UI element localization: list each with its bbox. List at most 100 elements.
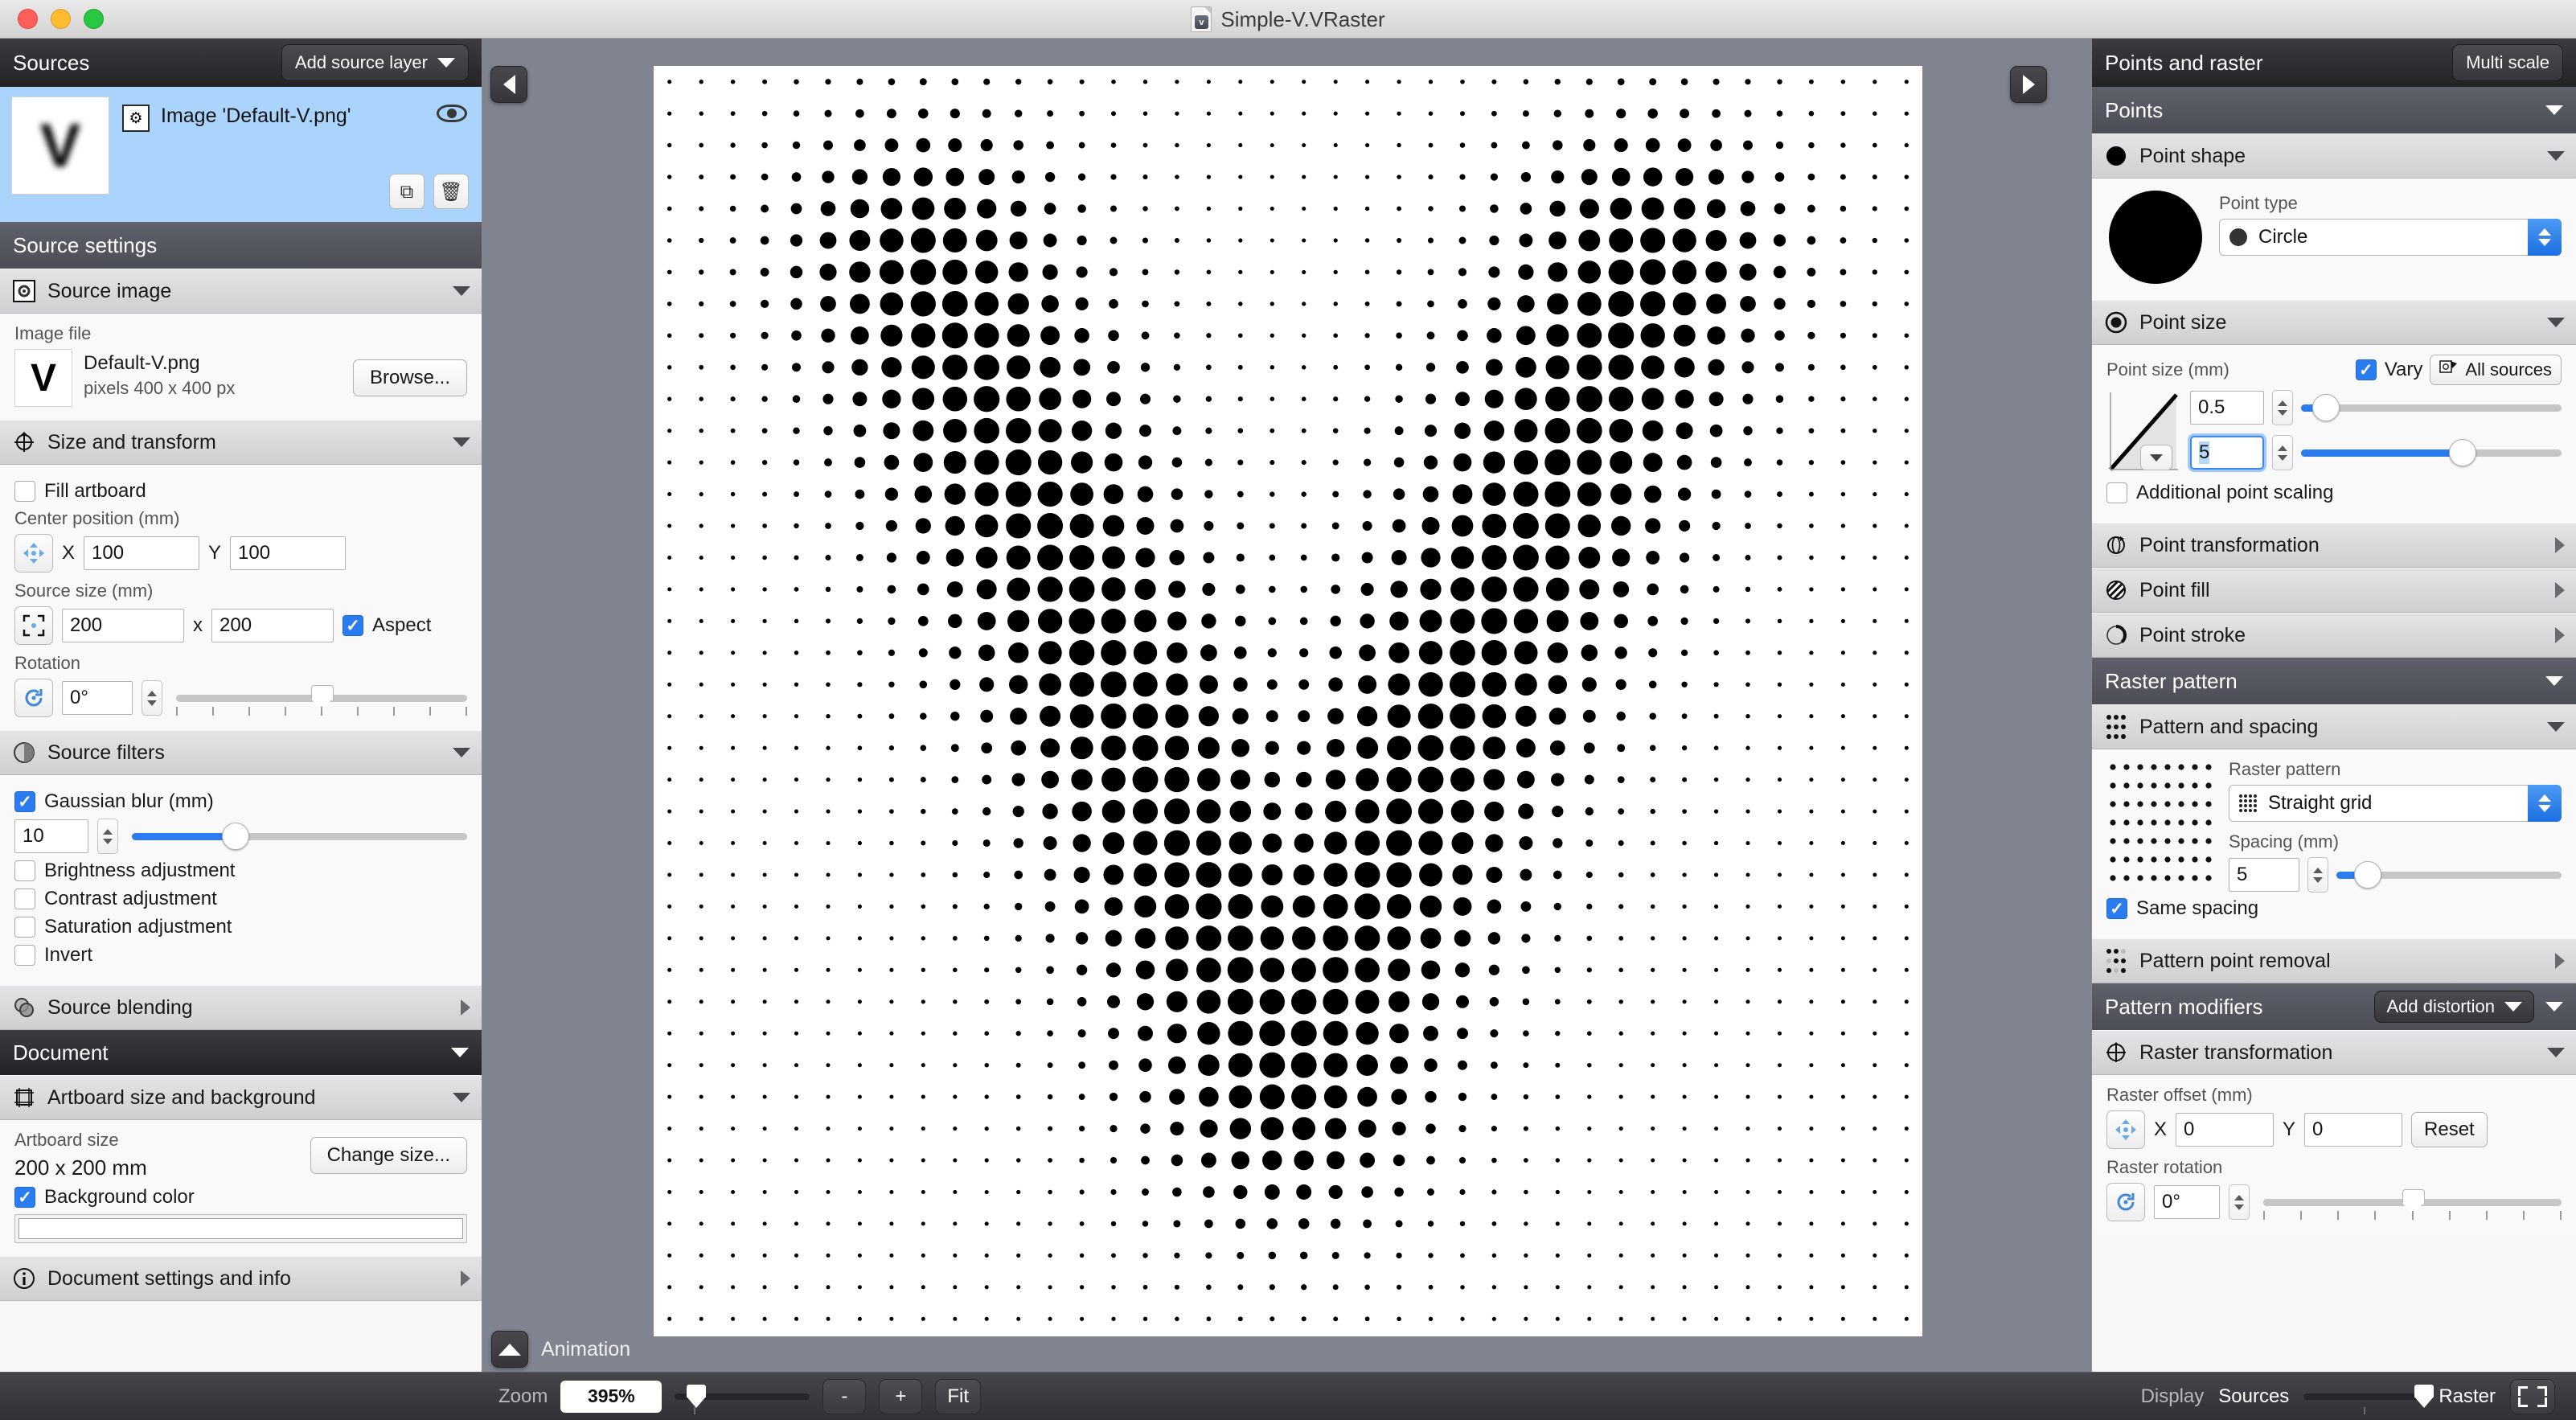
invert-row[interactable]: Invert xyxy=(14,944,467,967)
zoom-slider[interactable] xyxy=(675,1381,810,1414)
source-size-icon[interactable] xyxy=(14,606,53,645)
point-size-curve-dropdown[interactable] xyxy=(2140,445,2172,470)
chevron-right-icon[interactable] xyxy=(2555,627,2565,643)
zoom-in-button[interactable]: + xyxy=(879,1378,923,1414)
chevron-down-icon[interactable] xyxy=(2547,722,2565,732)
collapse-right-panel-button[interactable] xyxy=(2010,66,2047,103)
chevron-right-icon[interactable] xyxy=(461,1270,470,1287)
chevron-down-icon[interactable] xyxy=(2545,676,2563,686)
gaussian-blur-input[interactable]: 10 xyxy=(14,819,88,853)
raster-rotation-stepper[interactable] xyxy=(2229,1184,2250,1220)
point-size-max-input[interactable]: 5 xyxy=(2190,436,2264,470)
chevron-down-icon[interactable] xyxy=(2547,318,2565,327)
point-size-min-slider[interactable] xyxy=(2301,391,2562,425)
delete-source-button[interactable]: 🗑 xyxy=(433,174,469,209)
chevron-right-icon[interactable] xyxy=(2555,537,2565,553)
vary-checkbox[interactable] xyxy=(2355,359,2377,380)
multi-scale-button[interactable]: Multi scale xyxy=(2452,44,2563,81)
section-point-fill[interactable]: Point fill xyxy=(2092,568,2576,613)
section-size-and-transform[interactable]: Size and transform xyxy=(0,420,482,465)
chevron-down-icon[interactable] xyxy=(2547,151,2565,161)
gaussian-blur-slider-knob[interactable] xyxy=(222,823,250,850)
section-point-size[interactable]: Point size xyxy=(2092,300,2576,345)
chevron-down-icon[interactable] xyxy=(453,286,470,296)
contrast-row[interactable]: Contrast adjustment xyxy=(14,888,467,910)
fit-button[interactable]: Fit xyxy=(935,1378,982,1414)
all-sources-button[interactable]: All sources xyxy=(2430,355,2562,385)
spacing-input[interactable]: 5 xyxy=(2229,858,2299,892)
display-blend-slider[interactable] xyxy=(2303,1381,2434,1414)
spacing-stepper[interactable] xyxy=(2307,857,2328,893)
contrast-checkbox[interactable] xyxy=(14,889,35,909)
same-spacing-row[interactable]: Same spacing xyxy=(2106,897,2562,920)
additional-point-scaling-row[interactable]: Additional point scaling xyxy=(2106,482,2562,504)
source-width-input[interactable]: 200 xyxy=(62,609,184,642)
raster-pattern-select-arrows[interactable] xyxy=(2528,785,2562,822)
section-document-settings[interactable]: Document settings and info xyxy=(0,1256,482,1301)
point-size-max-stepper[interactable] xyxy=(2272,435,2293,470)
rotation-stepper[interactable] xyxy=(142,680,162,716)
fullscreen-button[interactable] xyxy=(2510,1378,2555,1414)
section-source-filters[interactable]: Source filters xyxy=(0,730,482,775)
collapse-left-panel-button[interactable] xyxy=(490,66,527,103)
change-size-button[interactable]: Change size... xyxy=(310,1136,467,1174)
raster-rotation-reset-icon[interactable] xyxy=(2106,1183,2145,1221)
section-source-image[interactable]: Source image xyxy=(0,269,482,314)
chevron-down-icon[interactable] xyxy=(453,748,470,757)
background-color-swatch[interactable] xyxy=(14,1214,467,1243)
section-point-transformation[interactable]: Point transformation xyxy=(2092,523,2576,568)
spacing-slider-knob[interactable] xyxy=(2354,861,2382,889)
rotation-reset-icon[interactable] xyxy=(14,679,53,717)
section-source-blending[interactable]: Source blending xyxy=(0,985,482,1030)
duplicate-source-button[interactable]: ⧉ xyxy=(389,174,425,209)
canvas-viewport[interactable] xyxy=(483,39,2059,1372)
maximize-button[interactable] xyxy=(84,9,104,29)
raster-pattern-select[interactable]: Straight grid xyxy=(2229,785,2562,822)
close-button[interactable] xyxy=(18,9,38,29)
rotation-slider[interactable] xyxy=(176,681,467,716)
raster-offset-y-input[interactable]: 0 xyxy=(2304,1113,2403,1147)
point-type-select-arrows[interactable] xyxy=(2528,219,2562,256)
chevron-right-icon[interactable] xyxy=(461,999,470,1016)
window-controls[interactable] xyxy=(18,9,104,29)
minimize-button[interactable] xyxy=(51,9,71,29)
brightness-row[interactable]: Brightness adjustment xyxy=(14,860,467,882)
display-blend-knob[interactable] xyxy=(2414,1384,2434,1409)
raster-offset-reset-button[interactable]: Reset xyxy=(2411,1112,2488,1147)
section-point-stroke[interactable]: Point stroke xyxy=(2092,613,2576,658)
chevron-right-icon[interactable] xyxy=(2555,953,2565,969)
add-source-layer-button[interactable]: Add source layer xyxy=(281,44,469,81)
point-type-select[interactable]: Circle xyxy=(2219,219,2562,256)
gaussian-blur-checkbox[interactable] xyxy=(14,791,35,812)
section-pattern-and-spacing[interactable]: Pattern and spacing xyxy=(2092,704,2576,749)
fill-artboard-row[interactable]: Fill artboard xyxy=(14,480,467,503)
rotation-input[interactable]: 0° xyxy=(62,681,133,715)
point-size-max-knob[interactable] xyxy=(2448,439,2476,466)
chevron-down-icon[interactable] xyxy=(2545,1002,2563,1012)
visibility-eye-icon[interactable] xyxy=(437,105,467,122)
center-y-input[interactable]: 100 xyxy=(230,536,347,570)
browse-button[interactable]: Browse... xyxy=(352,359,467,396)
section-artboard[interactable]: Artboard size and background xyxy=(0,1075,482,1120)
chevron-down-icon[interactable] xyxy=(453,437,470,447)
invert-checkbox[interactable] xyxy=(14,945,35,966)
display-raster-label[interactable]: Raster xyxy=(2439,1385,2496,1408)
gaussian-blur-stepper[interactable] xyxy=(97,819,118,854)
zoom-slider-knob[interactable] xyxy=(687,1384,707,1409)
raster-offset-x-input[interactable]: 0 xyxy=(2176,1113,2275,1147)
expand-animation-button[interactable] xyxy=(491,1331,528,1368)
saturation-row[interactable]: Saturation adjustment xyxy=(14,916,467,938)
gaussian-blur-slider[interactable] xyxy=(132,819,467,853)
point-size-min-input[interactable]: 0.5 xyxy=(2190,391,2264,425)
zoom-out-button[interactable]: - xyxy=(822,1378,867,1414)
center-x-input[interactable]: 100 xyxy=(84,536,200,570)
display-sources-label[interactable]: Sources xyxy=(2218,1385,2289,1408)
raster-rotation-slider[interactable] xyxy=(2263,1185,2562,1220)
chevron-down-icon[interactable] xyxy=(451,1048,469,1057)
section-point-shape[interactable]: Point shape xyxy=(2092,133,2576,179)
gaussian-blur-row[interactable]: Gaussian blur (mm) xyxy=(14,790,467,813)
section-raster-transformation[interactable]: Raster transformation xyxy=(2092,1030,2576,1075)
point-size-max-slider[interactable] xyxy=(2301,436,2562,470)
raster-offset-nudge-icon[interactable] xyxy=(2106,1110,2145,1149)
spacing-slider[interactable] xyxy=(2336,858,2562,892)
